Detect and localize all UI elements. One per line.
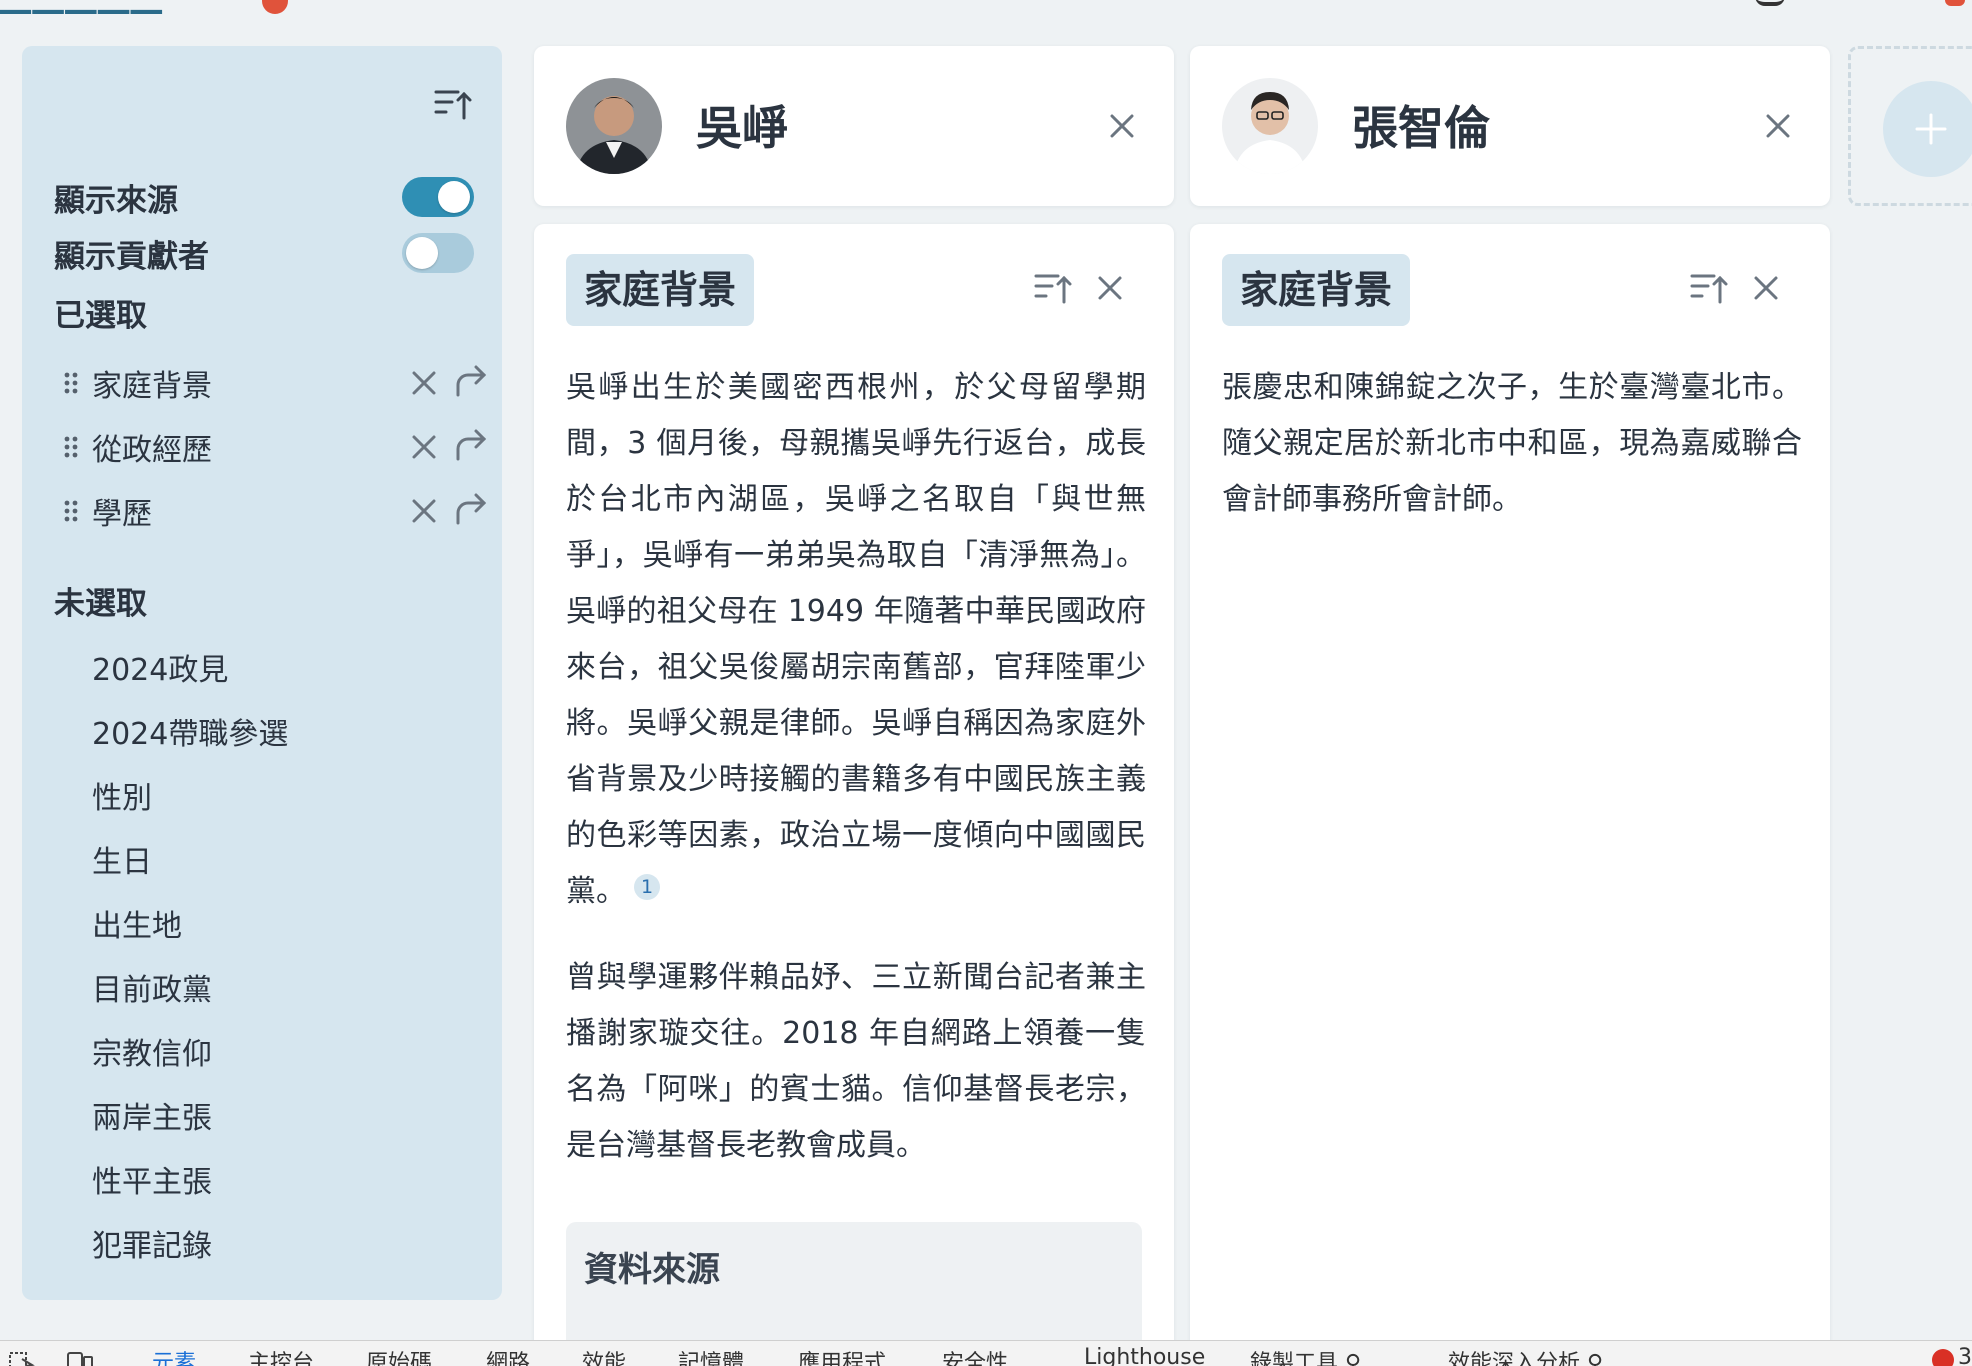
devtools-tab[interactable]: 主控台 xyxy=(248,1345,314,1366)
drag-handle-icon[interactable] xyxy=(62,434,80,460)
header-icon[interactable] xyxy=(1755,0,1785,6)
devtools-tab[interactable]: 應用程式 xyxy=(798,1345,886,1366)
devtools-tab[interactable]: 效能深入分析 ⚲ xyxy=(1448,1345,1603,1366)
reference-badge[interactable]: 1 xyxy=(634,874,660,900)
move-icon[interactable] xyxy=(452,363,492,403)
unselected-item[interactable]: 兩岸主張 xyxy=(92,1094,212,1144)
toggle-label: 顯示貢獻者 xyxy=(54,238,209,275)
error-count[interactable]: 3 xyxy=(1958,1345,1972,1366)
selected-item-label: 家庭背景 xyxy=(92,369,212,404)
device-toolbar-icon[interactable] xyxy=(66,1349,94,1366)
sort-icon[interactable] xyxy=(1686,266,1730,310)
avatar xyxy=(1222,78,1318,174)
move-icon[interactable] xyxy=(452,491,492,531)
close-icon[interactable] xyxy=(1756,104,1800,148)
section-tag: 家庭背景 xyxy=(566,254,755,326)
unselected-item[interactable]: 出生地 xyxy=(92,902,182,952)
close-icon[interactable] xyxy=(1090,268,1130,308)
devtools-tab[interactable]: 記憶體 xyxy=(678,1345,744,1366)
unselected-item[interactable]: 性別 xyxy=(92,774,152,824)
candidate-name: 張智倫 xyxy=(1352,101,1490,155)
brand-logo-cutoff: ▂▂▂▂▂ xyxy=(0,0,164,14)
devtools-tab[interactable]: Lighthouse xyxy=(1084,1345,1205,1366)
unselected-item[interactable]: 目前政黨 xyxy=(92,966,212,1016)
header-alert-icon[interactable] xyxy=(1945,0,1965,6)
devtools-tab[interactable]: 網路 xyxy=(486,1345,530,1366)
add-candidate-slot[interactable] xyxy=(1848,46,1972,206)
move-icon[interactable] xyxy=(452,427,492,467)
switch-knob xyxy=(406,237,438,269)
devtools-tab[interactable]: 錄製工具 ⚲ xyxy=(1250,1345,1361,1366)
devtools-tabbar: 元素 主控台 原始碼 網路 效能 記憶體 應用程式 安全性 Lighthouse… xyxy=(0,1340,1972,1366)
unselected-item[interactable]: 生日 xyxy=(92,838,152,888)
unselected-item[interactable]: 2024帶職參選 xyxy=(92,710,288,760)
unselected-item[interactable]: 性平主張 xyxy=(92,1158,212,1208)
error-icon[interactable] xyxy=(1932,1349,1954,1366)
section-card: 家庭背景 吳崢出生於美國密西根州，於父母留學期間，3 個月後，母親攜吳崢先行返台… xyxy=(534,224,1174,1366)
selected-heading: 已選取 xyxy=(54,298,147,334)
drag-handle-icon[interactable] xyxy=(62,498,80,524)
remove-icon[interactable] xyxy=(406,365,442,401)
candidate-header-card: 吳崢 xyxy=(534,46,1174,206)
unselected-item[interactable]: 宗教信仰 xyxy=(92,1030,212,1080)
section-card: 家庭背景 張慶忠和陳錦錠之次子，生於臺灣臺北市。隨父親定居於新北市中和區，現為嘉… xyxy=(1190,224,1830,1366)
avatar xyxy=(566,78,662,174)
toggle-show-source: 顯示來源 xyxy=(54,172,474,222)
add-icon[interactable] xyxy=(1883,81,1972,177)
unselected-heading: 未選取 xyxy=(54,586,147,622)
candidate-header-card: 張智倫 xyxy=(1190,46,1830,206)
unselected-item[interactable]: 犯罪記錄 xyxy=(92,1222,212,1272)
remove-icon[interactable] xyxy=(406,493,442,529)
show-source-switch[interactable] xyxy=(402,177,474,217)
paragraph: 曾與學運夥伴賴品妤、三立新聞台記者兼主播謝家璇交往。2018 年自網路上領養一隻… xyxy=(566,960,1146,1163)
devtools-tab[interactable]: 效能 xyxy=(582,1345,626,1366)
top-header-cutoff: ▂▂▂▂▂ xyxy=(0,0,1972,14)
brand-dot xyxy=(262,0,288,14)
drag-handle-icon[interactable] xyxy=(62,370,80,396)
selected-item[interactable]: 家庭背景 xyxy=(62,358,492,408)
selected-item[interactable]: 學歷 xyxy=(62,486,492,536)
unselected-item[interactable]: 2024政見 xyxy=(92,646,228,696)
candidate-name: 吳崢 xyxy=(696,101,788,155)
sort-icon[interactable] xyxy=(430,82,474,126)
toggle-label: 顯示來源 xyxy=(54,182,178,219)
paragraph: 吳崢出生於美國密西根州，於父母留學期間，3 個月後，母親攜吳崢先行返台，成長於台… xyxy=(566,360,1146,920)
section-tag: 家庭背景 xyxy=(1222,254,1411,326)
close-icon[interactable] xyxy=(1746,268,1786,308)
devtools-tab[interactable]: 安全性 xyxy=(942,1345,1008,1366)
paragraph: 張慶忠和陳錦錠之次子，生於臺灣臺北市。隨父親定居於新北市中和區，現為嘉威聯合會計… xyxy=(1222,370,1802,517)
selected-item[interactable]: 從政經歷 xyxy=(62,422,492,472)
remove-icon[interactable] xyxy=(406,429,442,465)
sort-icon[interactable] xyxy=(1030,266,1074,310)
source-heading: 資料來源 xyxy=(584,1250,720,1290)
selected-item-label: 學歷 xyxy=(92,497,152,532)
switch-knob xyxy=(438,181,470,213)
inspect-element-icon[interactable] xyxy=(8,1349,36,1366)
toggle-show-contributors: 顯示貢獻者 xyxy=(54,228,474,278)
devtools-tab[interactable]: 元素 xyxy=(152,1345,196,1366)
selected-item-label: 從政經歷 xyxy=(92,433,212,468)
close-icon[interactable] xyxy=(1100,104,1144,148)
sidebar: 顯示來源 顯示貢獻者 已選取 家庭背景 從政經歷 學歷 未選取 2024政見 2… xyxy=(22,46,502,1300)
devtools-tab[interactable]: 原始碼 xyxy=(366,1345,432,1366)
show-contributors-switch[interactable] xyxy=(402,233,474,273)
paragraph-text: 吳崢出生於美國密西根州，於父母留學期間，3 個月後，母親攜吳崢先行返台，成長於台… xyxy=(566,370,1146,909)
